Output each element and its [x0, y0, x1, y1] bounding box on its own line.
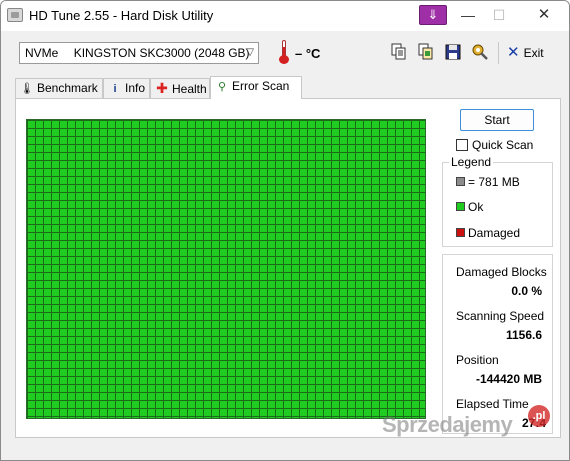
error-scan-panel: Start Quick Scan Legend = 781 MB Ok Dama…	[15, 98, 561, 438]
exit-label: Exit	[523, 46, 544, 60]
thermometer-icon	[279, 40, 289, 64]
scanning-speed-value: 1156.6	[505, 328, 542, 342]
legend-box: = 781 MB Ok Damaged	[442, 162, 553, 247]
tab-health[interactable]: ✚ Health	[150, 78, 210, 98]
maximize-button[interactable]: ☐	[484, 5, 514, 25]
damaged-blocks-label: Damaged Blocks	[456, 265, 547, 279]
tab-info[interactable]: i Info	[103, 78, 150, 98]
app-disk-icon	[7, 8, 23, 22]
app-window: HD Tune 2.55 - Hard Disk Utility ⇓ — ☐ ✕…	[0, 0, 570, 461]
window-title: HD Tune 2.55 - Hard Disk Utility	[29, 8, 214, 23]
green-swatch-icon	[456, 202, 465, 211]
toolbar-separator	[498, 42, 499, 64]
download-arrow-icon[interactable]: ⇓	[419, 5, 447, 25]
exit-icon: ✕	[507, 44, 520, 61]
copy-screenshot-icon[interactable]	[417, 43, 435, 61]
tab-error-scan[interactable]: ⚲ Error Scan	[210, 76, 302, 99]
damaged-blocks-value: 0.0 %	[511, 284, 542, 298]
health-cross-icon: ✚	[156, 80, 168, 96]
quick-scan-option[interactable]: Quick Scan	[456, 138, 533, 152]
scan-block-grid	[26, 119, 426, 419]
title-bar[interactable]: HD Tune 2.55 - Hard Disk Utility ⇓ — ☐ ✕	[1, 1, 569, 31]
legend-item-damaged: Damaged	[456, 226, 520, 240]
options-icon[interactable]	[471, 43, 489, 61]
grey-swatch-icon	[456, 177, 465, 186]
scanning-speed-label: Scanning Speed	[456, 309, 545, 323]
drive-bus: NVMe	[25, 46, 59, 60]
temperature-readout: – °C	[295, 46, 321, 61]
start-button[interactable]: Start	[460, 109, 534, 131]
red-swatch-icon	[456, 228, 465, 237]
quick-scan-checkbox[interactable]	[456, 139, 468, 151]
position-value: -144420 MB	[475, 372, 542, 386]
minimize-button[interactable]: —	[453, 5, 483, 25]
benchmark-icon: 🌡	[20, 83, 34, 95]
info-icon: i	[113, 83, 117, 95]
magnifier-icon: ⚲	[217, 81, 227, 93]
toolbar: NVMe KINGSTON SKC3000 (2048 GB) ▽ – °C ✕…	[1, 31, 569, 73]
quick-scan-label: Quick Scan	[472, 138, 534, 152]
legend-item-block-size: = 781 MB	[456, 175, 520, 189]
drive-name: KINGSTON SKC3000 (2048 GB)	[73, 46, 250, 60]
legend-item-ok: Ok	[456, 200, 483, 214]
elapsed-time-label: Elapsed Time	[456, 397, 529, 411]
chevron-down-icon: ▽	[246, 47, 254, 58]
drive-dropdown[interactable]: NVMe KINGSTON SKC3000 (2048 GB) ▽	[19, 42, 259, 64]
watermark-badge: .pl	[528, 405, 550, 427]
position-label: Position	[456, 353, 499, 367]
tab-benchmark[interactable]: 🌡 Benchmark	[15, 78, 103, 98]
tab-bar: 🌡 Benchmark i Info ✚ Health ⚲ Error Scan	[15, 76, 315, 99]
legend-title: Legend	[449, 155, 494, 169]
save-icon[interactable]	[444, 43, 462, 61]
watermark-text: Sprzedajemy	[382, 412, 513, 437]
close-button[interactable]: ✕	[529, 5, 559, 25]
copy-text-icon[interactable]	[390, 43, 408, 61]
exit-button[interactable]: ✕ Exit	[507, 45, 544, 63]
